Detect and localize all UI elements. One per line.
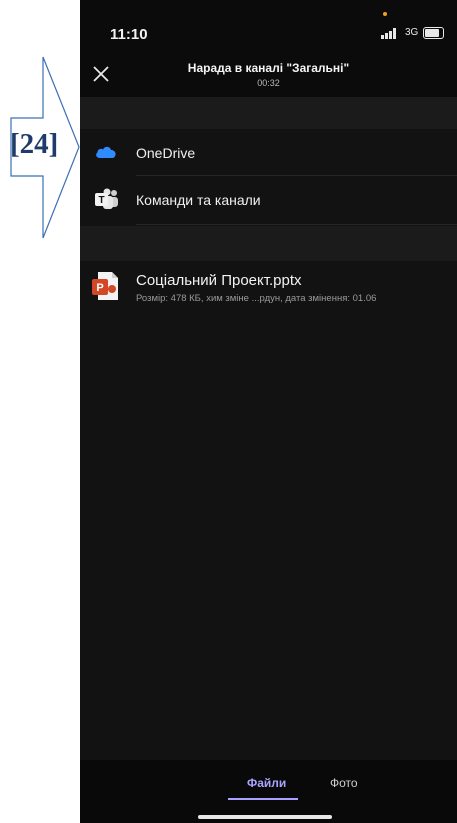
- home-indicator[interactable]: [198, 815, 332, 819]
- meeting-title: Нарада в каналі "Загальні": [187, 61, 350, 75]
- bottom-tab-bar: Файли Фото: [80, 760, 457, 823]
- close-icon[interactable]: [90, 63, 112, 85]
- source-item-teams[interactable]: T Команди та канали: [80, 176, 457, 224]
- phone-screen: 11:10 3G Нарада в каналі "Загальні" 00:3…: [80, 0, 457, 823]
- signal-icon: [381, 28, 396, 39]
- meeting-duration: 00:32: [257, 78, 280, 88]
- status-bar: 11:10 3G: [80, 0, 457, 60]
- source-label-onedrive: OneDrive: [136, 144, 196, 161]
- selected-tab-indicator: [228, 798, 298, 800]
- file-name: Соціальний Проект.pptx: [136, 272, 302, 289]
- divider: [136, 224, 457, 225]
- status-time: 11:10: [110, 26, 148, 43]
- battery-icon: [423, 27, 444, 39]
- network-type: 3G: [405, 27, 419, 38]
- source-label-teams: Команди та канали: [136, 192, 261, 208]
- svg-text:P: P: [96, 282, 103, 294]
- section-spacer: [80, 97, 457, 129]
- tab-photos[interactable]: Фото: [330, 776, 358, 790]
- mic-indicator-icon: [383, 12, 387, 16]
- meeting-header: Нарада в каналі "Загальні" 00:32: [80, 55, 457, 97]
- svg-text:T: T: [98, 195, 104, 206]
- tab-files[interactable]: Файли: [247, 776, 286, 790]
- file-meta: Розмір: 478 КБ, хим зміне ...рдун, дата …: [136, 293, 377, 304]
- onedrive-icon: [96, 146, 116, 158]
- source-item-onedrive[interactable]: OneDrive: [80, 130, 457, 175]
- section-spacer: [80, 226, 457, 261]
- teams-icon: T: [95, 188, 118, 209]
- callout-label: [24]: [10, 128, 59, 160]
- powerpoint-icon: P: [92, 272, 118, 300]
